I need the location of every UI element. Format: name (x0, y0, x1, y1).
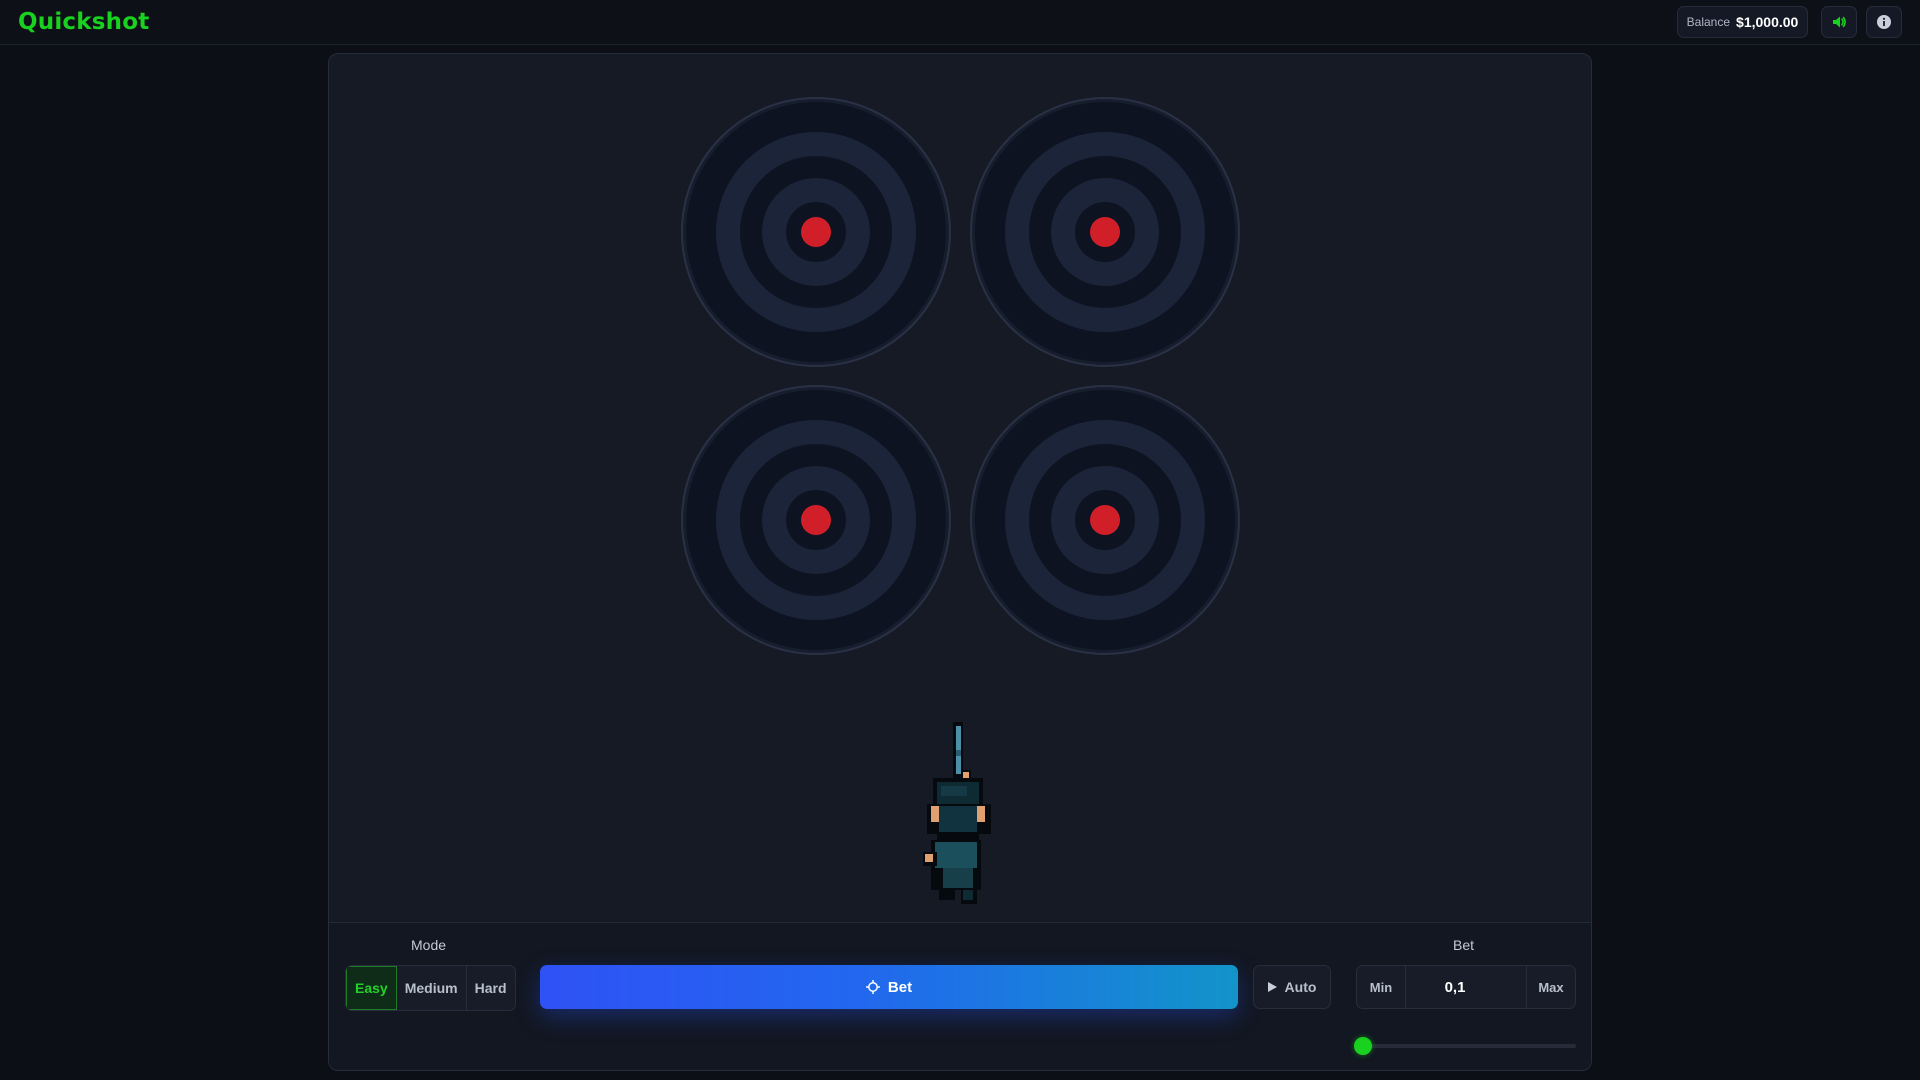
bullseye (1090, 217, 1120, 247)
top-bar: Quickshot Balance $1,000.00 (0, 0, 1920, 45)
balance-label: Balance (1686, 15, 1731, 29)
speaker-icon (1833, 16, 1846, 28)
controls-panel: Mode Easy Medium Hard Bet Auto Bet Min 0… (329, 922, 1591, 1070)
bet-slider-track[interactable] (1364, 1044, 1576, 1048)
mode-hard-button[interactable]: Hard (467, 966, 515, 1010)
crosshair-icon (865, 980, 880, 994)
bullseye (801, 505, 831, 535)
bet-max-button[interactable]: Max (1526, 966, 1575, 1008)
bet-button-label: Bet (887, 978, 913, 996)
info-button[interactable] (1866, 6, 1902, 38)
bet-amount-input[interactable]: 0,1 (1406, 966, 1526, 1008)
bet-label: Bet (1453, 937, 1475, 953)
target-3[interactable] (680, 384, 952, 656)
balance-display: Balance $1,000.00 (1677, 6, 1808, 38)
sound-toggle-button[interactable] (1821, 6, 1857, 38)
shooter-character (923, 722, 991, 904)
app-logo: Quickshot (18, 9, 150, 35)
bullseye (801, 217, 831, 247)
arena (329, 54, 1591, 922)
target-4[interactable] (969, 384, 1241, 656)
mode-label: Mode (411, 937, 447, 953)
target-2[interactable] (969, 96, 1241, 368)
play-icon (1267, 982, 1277, 992)
bet-slider-handle[interactable] (1354, 1037, 1372, 1055)
bullseye (1090, 505, 1120, 535)
mode-selector: Easy Medium Hard (345, 965, 516, 1011)
info-icon (1877, 15, 1891, 29)
bet-amount-control: Min 0,1 Max (1356, 965, 1576, 1009)
mode-easy-button[interactable]: Easy (346, 966, 397, 1010)
mode-medium-button[interactable]: Medium (397, 966, 467, 1010)
auto-button-label: Auto (1284, 979, 1317, 995)
balance-value: $1,000.00 (1736, 14, 1799, 30)
auto-button[interactable]: Auto (1253, 965, 1331, 1009)
bet-button[interactable]: Bet (540, 965, 1238, 1009)
bet-min-button[interactable]: Min (1357, 966, 1406, 1008)
game-panel: Mode Easy Medium Hard Bet Auto Bet Min 0… (328, 53, 1592, 1071)
target-1[interactable] (680, 96, 952, 368)
